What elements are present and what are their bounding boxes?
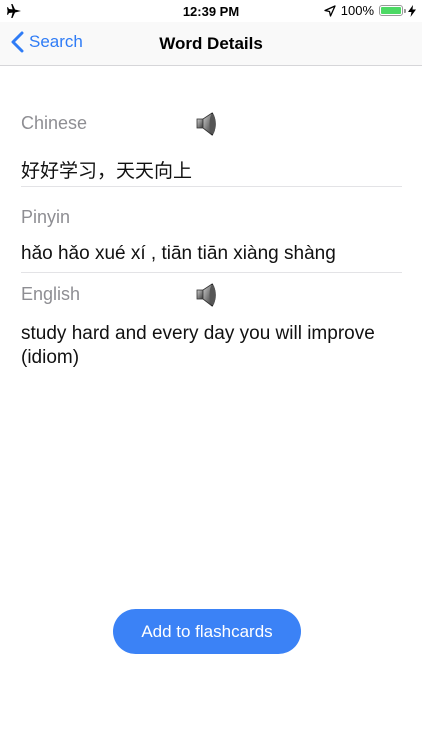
- battery-nub: [404, 9, 406, 13]
- speaker-icon-english[interactable]: [195, 282, 223, 308]
- divider-pinyin: [21, 272, 402, 273]
- add-to-flashcards-button[interactable]: Add to flashcards: [113, 609, 301, 654]
- divider-chinese: [21, 186, 402, 187]
- navigation-bar: Search Word Details: [0, 22, 422, 66]
- battery-icon: [379, 5, 406, 16]
- speaker-icon-chinese[interactable]: [195, 111, 223, 137]
- chinese-value: 好好学习，天天向上: [21, 161, 193, 182]
- status-right-group: 100%: [324, 3, 416, 18]
- english-label: English: [21, 284, 81, 304]
- status-bar: 12:39 PM 100%: [0, 0, 422, 22]
- pinyin-label: Pinyin: [21, 207, 71, 227]
- charging-bolt-icon: [408, 4, 416, 17]
- page-title: Word Details: [159, 34, 263, 53]
- chinese-label: Chinese: [21, 113, 88, 133]
- battery-percent: 100%: [340, 3, 374, 18]
- location-arrow-icon: [324, 4, 336, 17]
- battery-fill: [381, 7, 401, 14]
- pinyin-value: hǎo hǎo xué xí , tiān tiān xiàng shàng: [21, 243, 336, 264]
- english-value: study hard and every day you will improv…: [21, 323, 375, 368]
